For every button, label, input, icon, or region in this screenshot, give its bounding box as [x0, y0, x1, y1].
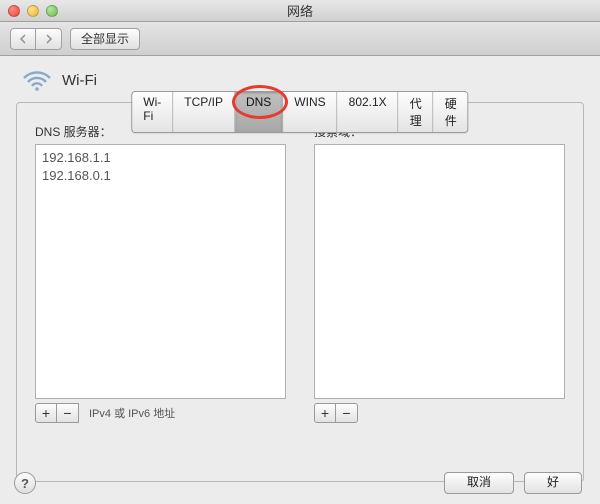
- dns-list-footer: + − IPv4 或 IPv6 地址: [35, 403, 286, 423]
- tab-dns[interactable]: DNS: [235, 92, 283, 132]
- tab-tcp-ip[interactable]: TCP/IP: [173, 92, 235, 132]
- window-titlebar: 网络: [0, 0, 600, 22]
- nav-buttons: [10, 28, 62, 50]
- cancel-button[interactable]: 取消: [444, 472, 514, 494]
- toolbar: 全部显示: [0, 22, 600, 56]
- tab--[interactable]: 硬件: [434, 92, 468, 132]
- add-dns-button[interactable]: +: [35, 403, 57, 423]
- search-domains-column: 搜索域： + −: [314, 123, 565, 423]
- remove-search-domain-button[interactable]: −: [336, 403, 358, 423]
- dns-servers-list[interactable]: 192.168.1.1192.168.0.1: [35, 144, 286, 399]
- tab-wins[interactable]: WINS: [283, 92, 337, 132]
- dns-server-item[interactable]: 192.168.1.1: [42, 149, 279, 167]
- back-button[interactable]: [10, 28, 36, 50]
- wifi-icon: [22, 68, 52, 92]
- settings-panel: Wi-FiTCP/IPDNSWINS802.1X代理硬件 DNS 服务器： 19…: [16, 102, 584, 482]
- tab-wi-fi[interactable]: Wi-Fi: [132, 92, 173, 132]
- connection-header: Wi-Fi: [22, 68, 584, 92]
- help-button[interactable]: ?: [14, 472, 36, 494]
- ok-button[interactable]: 好: [524, 472, 582, 494]
- dns-hint: IPv4 或 IPv6 地址: [89, 405, 175, 421]
- dns-servers-column: DNS 服务器： 192.168.1.1192.168.0.1 + − IPv4…: [35, 123, 286, 423]
- add-search-domain-button[interactable]: +: [314, 403, 336, 423]
- connection-name: Wi-Fi: [62, 72, 97, 89]
- dns-server-item[interactable]: 192.168.0.1: [42, 167, 279, 185]
- search-domains-list[interactable]: [314, 144, 565, 399]
- search-domains-footer: + −: [314, 403, 565, 423]
- tab-802-1x[interactable]: 802.1X: [338, 92, 399, 132]
- show-all-button[interactable]: 全部显示: [70, 28, 140, 50]
- forward-button[interactable]: [36, 28, 62, 50]
- tab-bar: Wi-FiTCP/IPDNSWINS802.1X代理硬件: [131, 91, 468, 133]
- content-area: Wi-Fi Wi-FiTCP/IPDNSWINS802.1X代理硬件 DNS 服…: [0, 56, 600, 504]
- tab--[interactable]: 代理: [399, 92, 434, 132]
- remove-dns-button[interactable]: −: [57, 403, 79, 423]
- dialog-bottom-row: ? 取消 好: [14, 472, 582, 494]
- window-title: 网络: [0, 1, 600, 20]
